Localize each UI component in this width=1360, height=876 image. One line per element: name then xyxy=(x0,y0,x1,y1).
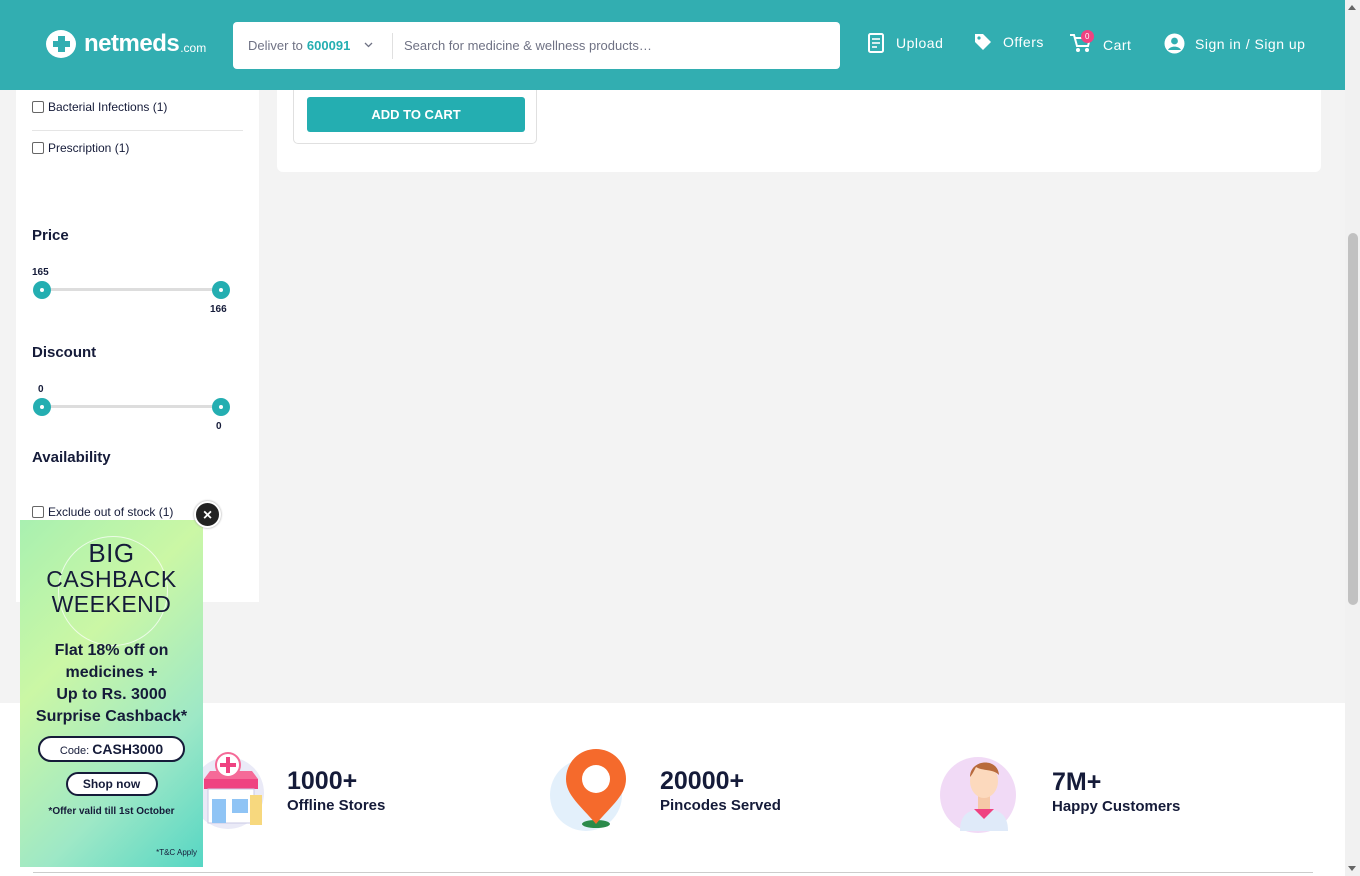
upload-button[interactable]: Upload xyxy=(866,33,943,53)
discount-min-handle[interactable] xyxy=(33,398,51,416)
store-icon xyxy=(192,752,264,829)
product-list-panel: ADD TO CART xyxy=(277,80,1321,172)
price-min-value: 165 xyxy=(32,267,49,278)
discount-max-value: 0 xyxy=(216,421,222,432)
filter-label: Prescription (1) xyxy=(48,141,130,155)
stat-pincodes-served: 20000+ Pincodes Served xyxy=(546,749,781,831)
search-input[interactable] xyxy=(404,25,840,66)
sign-in-button[interactable]: Sign in / Sign up xyxy=(1164,33,1305,54)
cart-button[interactable]: 0 Cart xyxy=(1069,30,1132,57)
promo-offer-line-1: Flat 18% off on xyxy=(54,642,169,659)
price-max-value: 166 xyxy=(210,304,227,315)
promo-heading-line-1: BIG xyxy=(88,538,135,568)
price-max-handle[interactable] xyxy=(212,281,230,299)
cart-label: Cart xyxy=(1103,36,1132,53)
cart-count-badge: 0 xyxy=(1081,30,1094,43)
filter-category-prescription[interactable]: Prescription (1) xyxy=(32,141,129,155)
promo-heading-line-2: CASHBACK xyxy=(46,566,177,592)
price-min-handle[interactable] xyxy=(33,281,51,299)
sign-in-label: Sign in / Sign up xyxy=(1195,35,1306,52)
promo-offer-line-4: Surprise Cashback* xyxy=(35,708,188,725)
search-bar: Deliver to 600091 xyxy=(233,22,840,69)
filter-exclude-out-of-stock[interactable]: Exclude out of stock (1) xyxy=(32,505,173,519)
stat-number: 1000+ xyxy=(287,766,358,795)
promo-offer-line-2: medicines + xyxy=(65,664,158,681)
promo-heading-line-3: WEEKEND xyxy=(51,591,172,617)
availability-filter-title: Availability xyxy=(32,449,111,466)
discount-min-value: 0 xyxy=(38,384,44,395)
offers-label: Offers xyxy=(1003,34,1044,50)
stat-label: Pincodes Served xyxy=(660,796,781,814)
stat-happy-customers: 7M+ Happy Customers xyxy=(938,749,1180,833)
price-slider-track[interactable] xyxy=(42,288,221,291)
prescription-upload-icon xyxy=(868,33,884,53)
stat-offline-stores: 1000+ Offline Stores xyxy=(192,749,385,831)
promo-validity: *Offer valid till 1st October xyxy=(48,806,175,817)
price-filter-title: Price xyxy=(32,227,69,244)
customer-avatar-icon xyxy=(940,757,1016,833)
cashback-promo-banner[interactable]: BIG CASHBACK WEEKEND Flat 18% off on med… xyxy=(20,520,203,867)
netmeds-logo[interactable]: netmeds .com xyxy=(46,30,206,58)
logo-text: netmeds xyxy=(84,30,180,57)
checkbox[interactable] xyxy=(32,506,44,518)
deliver-to-selector[interactable]: Deliver to 600091 xyxy=(233,32,393,59)
offers-button[interactable]: Offers xyxy=(973,32,1044,52)
scroll-down-arrow-icon[interactable] xyxy=(1348,866,1356,871)
stat-label: Offline Stores xyxy=(287,796,386,814)
logo-suffix: .com xyxy=(180,41,207,55)
promo-code-label: Code: xyxy=(59,745,90,757)
checkbox[interactable] xyxy=(32,142,44,154)
close-promo-button[interactable]: × xyxy=(194,501,221,528)
scroll-up-arrow-icon[interactable] xyxy=(1348,5,1356,10)
map-pin-icon xyxy=(550,749,626,831)
offer-tag-icon xyxy=(975,34,991,50)
pincode-value: 600091 xyxy=(306,38,351,53)
user-account-icon xyxy=(1164,33,1185,54)
chevron-down-icon xyxy=(364,40,373,51)
promo-terms: *T&C Apply xyxy=(156,848,197,857)
cart-icon-wrap: 0 xyxy=(1069,30,1103,57)
top-header: netmeds .com Deliver to 600091 Upload Of… xyxy=(0,0,1345,90)
upload-label: Upload xyxy=(896,35,944,51)
page-scrollbar[interactable] xyxy=(1345,0,1360,876)
promo-offer-line-3: Up to Rs. 3000 xyxy=(56,686,167,703)
filter-label: Exclude out of stock (1) xyxy=(48,505,174,519)
divider xyxy=(32,130,243,131)
scrollbar-thumb[interactable] xyxy=(1348,233,1358,605)
stat-number: 20000+ xyxy=(660,766,745,795)
stat-label: Happy Customers xyxy=(1052,797,1181,815)
discount-max-handle[interactable] xyxy=(212,398,230,416)
divider xyxy=(33,872,1313,873)
promo-code-badge: Code: CASH3000 xyxy=(38,736,185,762)
deliver-label: Deliver to xyxy=(248,38,303,53)
discount-slider-track[interactable] xyxy=(42,405,221,408)
discount-filter-title: Discount xyxy=(32,344,97,361)
stat-number: 7M+ xyxy=(1052,767,1102,796)
promo-code-value: CASH3000 xyxy=(92,741,164,757)
filter-label: Bacterial Infections (1) xyxy=(48,100,168,114)
filter-category-bacterial-infections[interactable]: Bacterial Infections (1) xyxy=(32,100,167,114)
add-to-cart-button[interactable]: ADD TO CART xyxy=(307,97,525,132)
checkbox[interactable] xyxy=(32,101,44,113)
logo-cross-icon xyxy=(46,30,78,58)
shop-now-button[interactable]: Shop now xyxy=(65,772,158,796)
